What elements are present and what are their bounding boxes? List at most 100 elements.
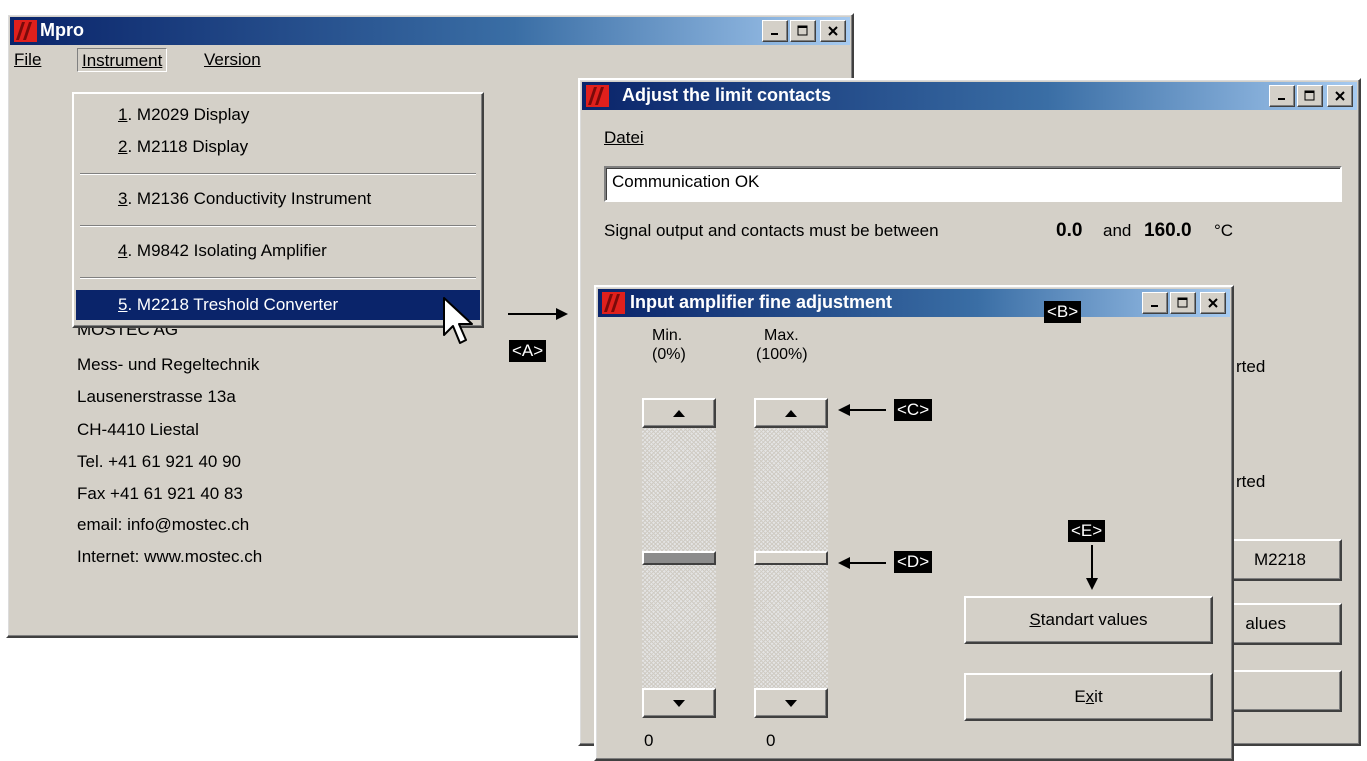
callout-e-arrow — [1086, 545, 1098, 590]
minimize-button[interactable] — [1269, 85, 1295, 107]
minimize-icon — [1278, 98, 1285, 100]
close-icon — [828, 26, 838, 36]
callout-a: <A> — [509, 340, 547, 362]
max-scrollbar-thumb[interactable] — [754, 551, 828, 565]
close-button[interactable] — [1200, 292, 1226, 314]
limit-values-label: alues — [1245, 614, 1286, 633]
status-text: Communication OK — [612, 172, 760, 191]
close-button[interactable] — [820, 20, 846, 42]
min-scroll-up-button[interactable] — [642, 398, 716, 428]
arrow-up-icon — [673, 409, 685, 417]
maximize-icon — [797, 25, 808, 36]
contact-status-2: rted — [1236, 472, 1266, 491]
range-unit: °C — [1214, 221, 1234, 240]
address-line-4: CH-4410 Liestal — [77, 420, 199, 439]
menu-separator — [80, 277, 476, 279]
menu-file[interactable]: File — [10, 48, 45, 72]
callout-b: <B> — [1044, 301, 1082, 323]
window-title: Mpro — [40, 20, 84, 40]
address-line-8: Internet: www.mostec.ch — [77, 547, 263, 566]
menu-item-m9842[interactable]: 4. M9842 Isolating Amplifier — [76, 236, 480, 266]
menu-item-label: . M2029 Display — [127, 105, 250, 124]
menu-instrument[interactable]: Instrument — [77, 48, 168, 72]
instrument-dropdown-menu: 1. M2029 Display 2. M2118 Display 3. M21… — [72, 92, 484, 328]
menu-item-label: . M2136 Conductivity Instrument — [127, 189, 372, 208]
callout-d-arrow — [838, 557, 886, 569]
callout-d: <D> — [894, 551, 933, 573]
arrow-down-icon — [673, 699, 685, 707]
minimize-button[interactable] — [762, 20, 788, 42]
max-scroll-down-button[interactable] — [754, 688, 828, 718]
minimize-button[interactable] — [1142, 292, 1168, 314]
exit-part3: it — [1094, 687, 1103, 706]
menu-version-label: Version — [204, 50, 261, 69]
close-button[interactable] — [1327, 85, 1353, 107]
menu-datei[interactable]: Datei — [600, 126, 648, 150]
min-scroll-down-button[interactable] — [642, 688, 716, 718]
mostec-logo-icon — [602, 292, 625, 314]
range-description: Signal output and contacts must be betwe… — [604, 221, 939, 240]
maximize-button[interactable] — [1297, 85, 1323, 107]
min-scrollbar-thumb[interactable] — [642, 551, 716, 565]
menu-file-label: File — [14, 50, 42, 69]
maximize-button[interactable] — [1170, 292, 1196, 314]
mpro-titlebar[interactable]: Mpro — [10, 17, 850, 45]
standard-values-rest: tandart values — [1040, 610, 1148, 629]
address-line-2: Mess- und Regeltechnik — [77, 355, 260, 374]
exit-button[interactable]: Exit — [964, 673, 1213, 721]
amplifier-window: Input amplifier fine adjustment Min. (0%… — [594, 285, 1234, 761]
range-max-value: 160.0 — [1144, 220, 1192, 241]
callout-c: <C> — [894, 399, 933, 421]
menu-item-label: . M2118 Display — [127, 137, 249, 156]
min-scrollbar-track[interactable] — [642, 428, 716, 688]
status-textfield[interactable]: Communication OK — [604, 166, 1342, 202]
mostec-logo-icon — [14, 20, 37, 42]
max-label-line2: (100%) — [756, 346, 808, 363]
callout-e: <E> — [1068, 520, 1106, 542]
max-scrollbar-track[interactable] — [754, 428, 828, 688]
menu-datei-label: Datei — [604, 128, 644, 147]
send-to-m2218-label: M2218 — [1254, 550, 1306, 569]
address-line-7: email: info@mostec.ch — [77, 515, 250, 534]
max-value: 0 — [766, 731, 776, 750]
callout-a-arrow — [508, 308, 568, 320]
menu-separator — [80, 225, 476, 227]
menu-item-m2218[interactable]: 5. M2218 Treshold Converter — [76, 290, 480, 320]
menu-instrument-label: Instrument — [82, 51, 163, 70]
maximize-icon — [1177, 297, 1188, 308]
mostec-logo-icon — [586, 85, 609, 107]
max-label-line1: Max. — [764, 327, 799, 344]
address-line-5: Tel. +41 61 921 40 90 — [77, 452, 241, 471]
exit-part1: E — [1074, 687, 1086, 706]
menu-version[interactable]: Version — [200, 48, 265, 72]
mouse-pointer-icon — [443, 297, 473, 344]
callout-c-arrow — [838, 404, 886, 416]
arrow-down-icon — [785, 699, 797, 707]
menu-item-m2118[interactable]: 2. M2118 Display — [76, 132, 480, 162]
menu-item-label: . M2218 Treshold Converter — [127, 295, 339, 314]
range-and-label: and — [1103, 221, 1132, 240]
mpro-menubar: File Instrument Version — [10, 47, 850, 73]
contact-status-1: rted — [1236, 357, 1266, 376]
close-icon — [1208, 298, 1218, 308]
address-line-6: Fax +41 61 921 40 83 — [77, 484, 243, 503]
limits-titlebar[interactable]: Adjust the limit contacts — [582, 82, 1357, 110]
standard-values-accel: S — [1029, 610, 1041, 629]
maximize-button[interactable] — [790, 20, 816, 42]
standard-values-label: Standart values — [1029, 610, 1147, 630]
minimize-icon — [1151, 305, 1158, 307]
standard-values-button[interactable]: Standart values — [964, 596, 1213, 644]
arrow-up-icon — [785, 409, 797, 417]
menu-item-label: . M9842 Isolating Amplifier — [127, 241, 327, 260]
window-title: Adjust the limit contacts — [622, 85, 832, 105]
window-title: Input amplifier fine adjustment — [630, 292, 893, 312]
max-scroll-up-button[interactable] — [754, 398, 828, 428]
menu-item-m2136[interactable]: 3. M2136 Conductivity Instrument — [76, 184, 480, 214]
min-label-line2: (0%) — [652, 346, 686, 363]
address-line-3: Lausenerstrasse 13a — [77, 387, 236, 406]
menu-separator — [80, 173, 476, 175]
minimize-icon — [771, 33, 778, 35]
exit-label: Exit — [1074, 687, 1102, 707]
menu-item-m2029[interactable]: 1. M2029 Display — [76, 100, 480, 130]
amp-titlebar[interactable]: Input amplifier fine adjustment — [598, 289, 1230, 317]
